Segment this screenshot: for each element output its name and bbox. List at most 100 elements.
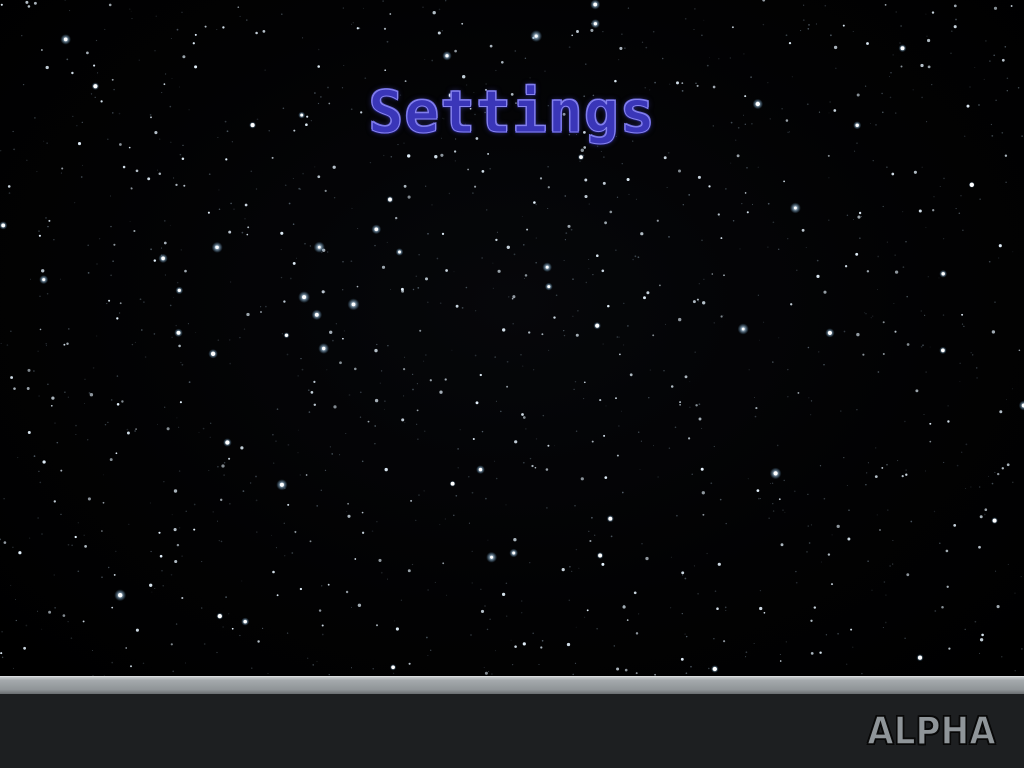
star-dust [905, 469, 907, 471]
star-dust [698, 300, 700, 303]
star-dust [816, 259, 819, 262]
star-dust [390, 288, 392, 290]
star-dust [979, 198, 981, 200]
star-dust [1, 630, 3, 633]
star [502, 328, 506, 332]
star-dust [71, 544, 73, 547]
star-dust [978, 652, 981, 654]
bright-star [445, 54, 449, 58]
star-dust [427, 301, 429, 304]
star-dust [876, 514, 878, 516]
star-dust [924, 314, 926, 316]
star [347, 502, 349, 505]
star-dust [129, 221, 131, 222]
star [484, 671, 488, 675]
star [472, 437, 475, 441]
star-dust [422, 6, 424, 8]
bright-star [741, 327, 745, 331]
star-dust [178, 470, 181, 472]
star [514, 440, 518, 444]
star-dust [151, 591, 153, 593]
star [126, 431, 130, 435]
star-dust [846, 214, 849, 217]
star [260, 311, 262, 313]
star-dust [985, 40, 987, 42]
star-dust [955, 18, 957, 21]
star-dust [275, 440, 277, 442]
star [367, 420, 370, 423]
star-dust [39, 481, 42, 484]
star-dust [142, 662, 145, 665]
star-dust [54, 607, 56, 609]
star-dust [229, 362, 231, 365]
star [584, 194, 588, 199]
star-dust [706, 64, 709, 67]
star [135, 628, 139, 632]
star [317, 65, 320, 68]
star-dust [380, 370, 383, 372]
star-dust [175, 623, 178, 625]
star-dust [38, 230, 40, 232]
star-dust [346, 511, 348, 513]
star-dust [991, 482, 994, 485]
star-dust [524, 57, 527, 60]
star-dust [286, 353, 289, 356]
star [175, 183, 178, 187]
star-dust [578, 567, 580, 569]
star-dust [181, 555, 183, 557]
star-dust [425, 354, 427, 356]
star-dust [129, 8, 131, 10]
star [604, 221, 608, 225]
star [575, 333, 579, 337]
star-dust [280, 249, 282, 251]
star-dust [684, 633, 686, 635]
star [1001, 467, 1004, 470]
star-dust [304, 242, 306, 245]
star-dust [143, 301, 145, 303]
star-dust [892, 54, 894, 56]
star-dust [627, 7, 630, 9]
star-dust [964, 628, 966, 631]
star [374, 348, 378, 353]
star-dust [506, 360, 509, 363]
star-dust [15, 619, 17, 622]
star-dust [661, 57, 664, 60]
star [679, 401, 682, 404]
star-dust [225, 596, 227, 598]
star-dust [95, 39, 98, 42]
star [255, 31, 258, 35]
star-dust [808, 542, 811, 544]
star-dust [925, 226, 927, 228]
star-dust [748, 369, 750, 371]
star [541, 333, 544, 336]
star-dust [495, 650, 496, 652]
star-dust [564, 195, 567, 197]
star-dust [963, 325, 965, 327]
bright-star [593, 22, 598, 26]
star-dust [444, 518, 447, 520]
star-dust [3, 498, 5, 500]
star-dust [884, 621, 887, 624]
star-dust [823, 363, 825, 366]
bright-star [161, 256, 165, 261]
star [194, 65, 198, 69]
star [299, 587, 303, 591]
star-dust [885, 594, 887, 596]
star-dust [416, 423, 418, 425]
star [856, 332, 860, 337]
star [257, 640, 260, 643]
star-dust [230, 202, 232, 205]
star [678, 317, 682, 322]
star [39, 328, 42, 331]
star-dust [352, 22, 354, 24]
star [27, 5, 31, 8]
star [913, 170, 917, 174]
star-dust [824, 4, 827, 7]
star-dust [427, 589, 429, 591]
star-dust [38, 395, 40, 397]
star-dust [529, 457, 532, 460]
star-dust [787, 396, 789, 398]
star [643, 296, 646, 300]
star-dust [835, 67, 837, 69]
star-dust [387, 345, 389, 347]
